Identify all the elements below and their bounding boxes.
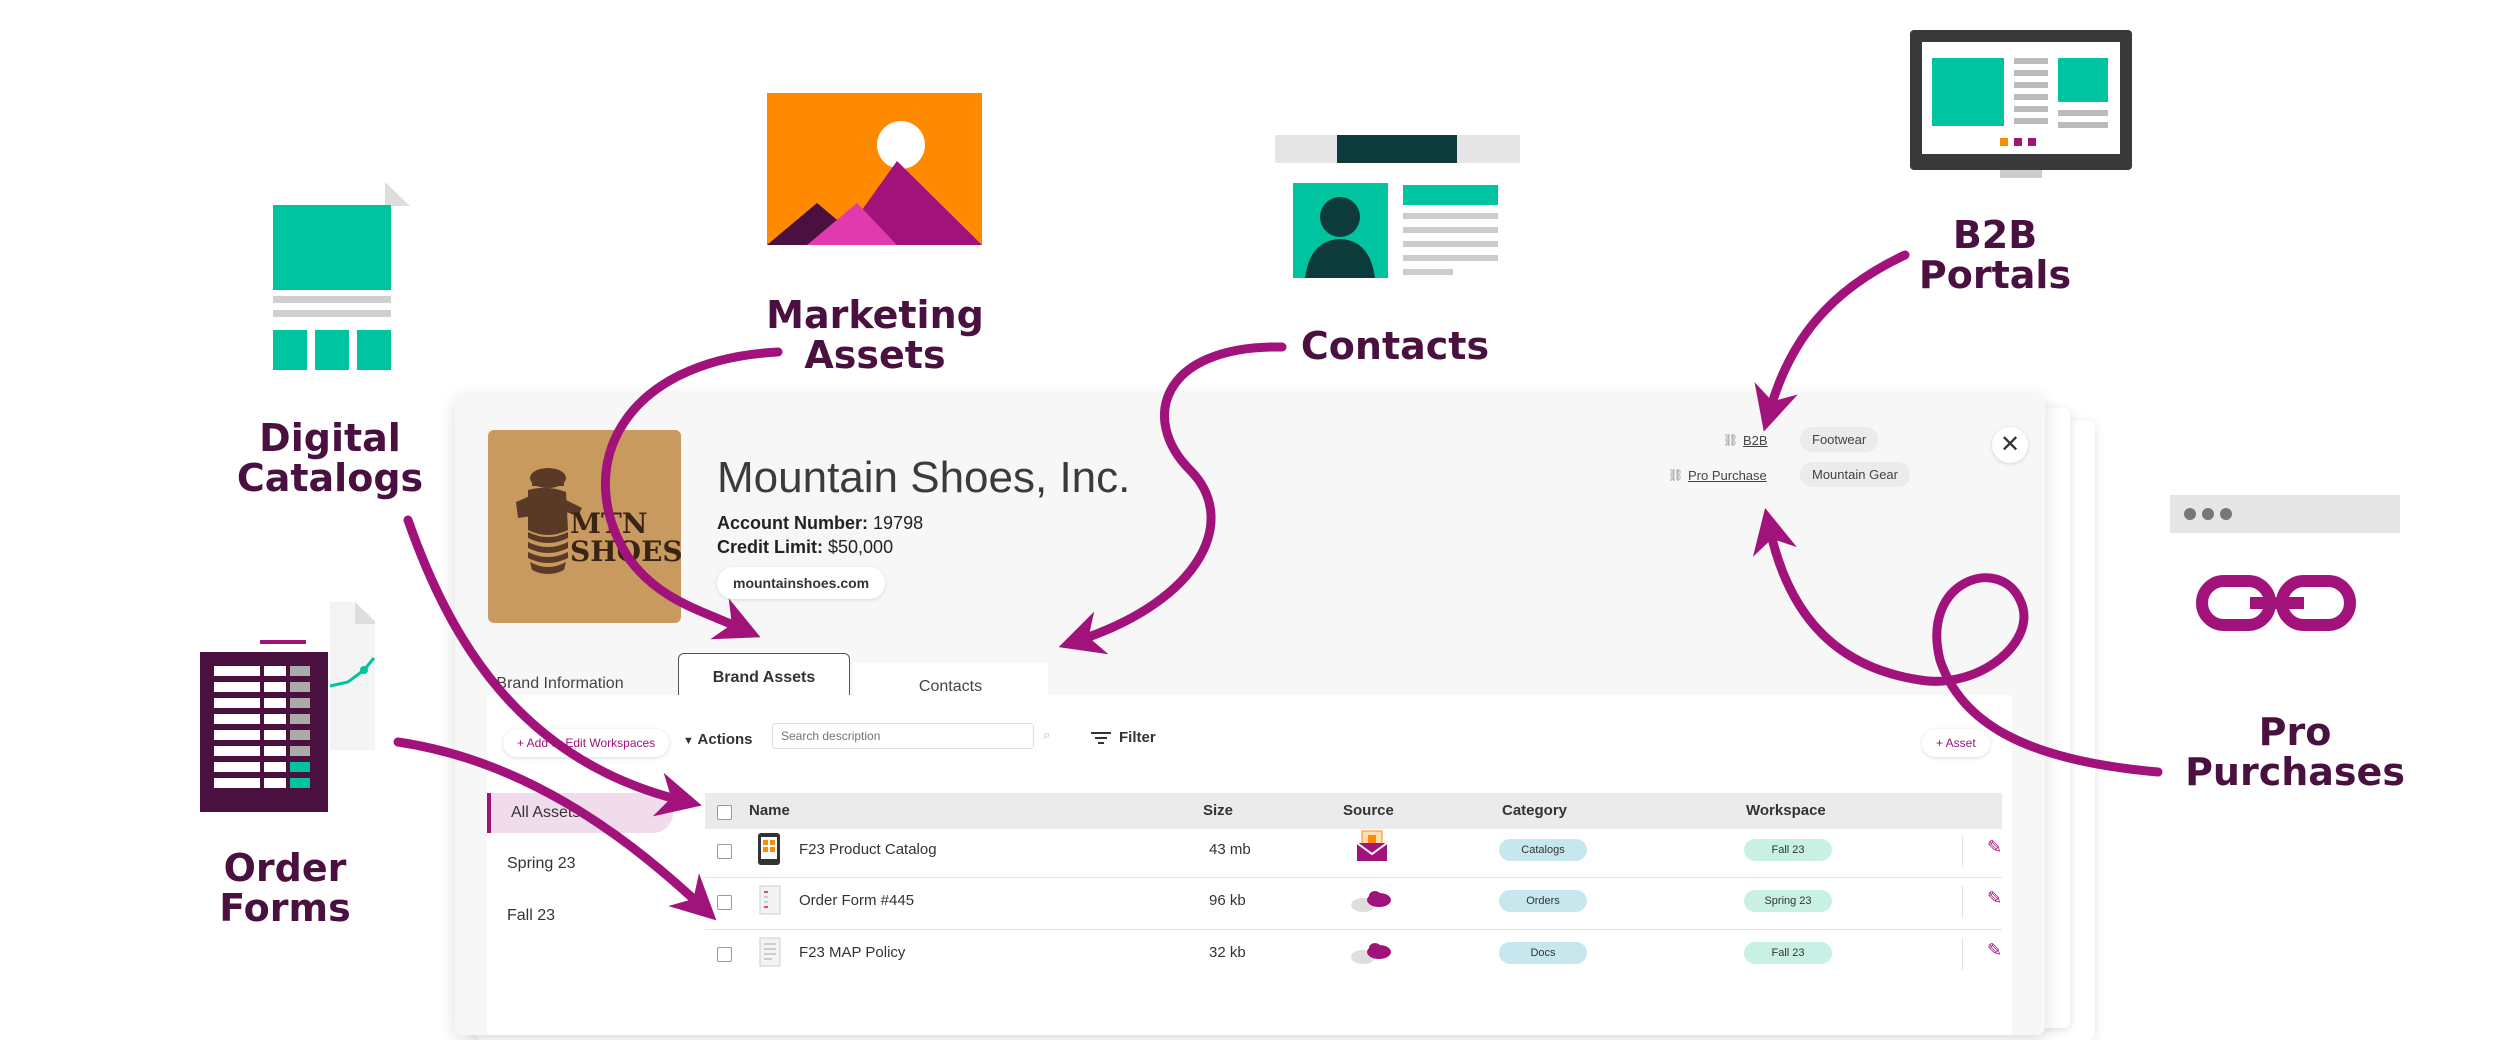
callout-line: B2B — [1952, 213, 2038, 257]
sidebar-item-spring-23[interactable]: Spring 23 — [507, 855, 576, 873]
edit-icon[interactable]: ✎ — [1987, 940, 2002, 961]
edit-icon[interactable]: ✎ — [1987, 837, 2002, 858]
brand-profile-panel: MTN SHOES Mountain Shoes, Inc. Account N… — [455, 395, 2045, 1035]
callout-line: Order — [223, 846, 347, 890]
category-badge: Catalogs — [1499, 839, 1587, 861]
pro-purchase-link[interactable]: Pro Purchase — [1688, 468, 1767, 483]
column-workspace[interactable]: Workspace — [1746, 802, 1826, 819]
mail-icon — [1356, 830, 1388, 861]
row-name[interactable]: Order Form #445 — [799, 892, 914, 909]
credit-value: $50,000 — [828, 537, 894, 557]
row-size: 43 mb — [1209, 841, 1251, 858]
cloud-icon — [1351, 891, 1391, 912]
credit-limit: Credit Limit: $50,000 — [717, 537, 893, 558]
link-icon: ⛓ — [1668, 468, 1684, 482]
search-input[interactable] — [772, 723, 1034, 749]
row-checkbox[interactable] — [717, 947, 732, 962]
tag-mountain-gear[interactable]: Mountain Gear — [1800, 462, 1910, 487]
account-number: Account Number: 19798 — [717, 513, 923, 534]
filter-icon — [1091, 732, 1111, 745]
callout-line: Catalogs — [236, 456, 424, 500]
marketing-image-icon — [767, 93, 982, 245]
callout-digital-catalogs: Digital Catalogs — [205, 418, 455, 498]
workspace-badge: Fall 23 — [1744, 942, 1832, 964]
callout-line: Digital — [259, 416, 401, 460]
monitor-icon — [1910, 30, 2132, 178]
category-badge: Docs — [1499, 942, 1587, 964]
logo-text-line: SHOES — [570, 535, 683, 568]
category-badge: Orders — [1499, 890, 1587, 912]
callout-pro-purchases: Pro Purchases — [2170, 712, 2420, 792]
edit-icon[interactable]: ✎ — [1987, 888, 2002, 909]
website-link[interactable]: mountainshoes.com — [717, 567, 886, 599]
add-asset-button[interactable]: + Asset — [1922, 729, 1990, 757]
close-icon: ✕ — [1999, 431, 2021, 458]
account-value: 19798 — [873, 513, 924, 533]
row-size: 96 kb — [1209, 892, 1246, 909]
column-category[interactable]: Category — [1502, 802, 1567, 819]
select-all-checkbox[interactable] — [717, 805, 732, 820]
logo-text-line: MTN — [570, 507, 648, 540]
assets-content: + Add or Edit Workspaces ▼ Actions ⌕ Fil… — [487, 695, 2012, 1035]
sidebar-item-fall-23[interactable]: Fall 23 — [507, 907, 555, 925]
order-form-icon — [200, 602, 375, 812]
contact-card-icon — [1275, 135, 1520, 278]
callout-line: Marketing — [766, 293, 984, 337]
callout-line: Forms — [219, 886, 351, 930]
callout-marketing-assets: Marketing Assets — [740, 295, 1010, 375]
column-size[interactable]: Size — [1203, 802, 1233, 819]
logo-text: MTN SHOES — [570, 510, 683, 566]
filter-label: Filter — [1119, 729, 1156, 746]
callout-contacts: Contacts — [1270, 326, 1520, 366]
callout-line: Portals — [1918, 253, 2072, 297]
actions-label: Actions — [697, 731, 753, 748]
account-label: Account Number: — [717, 513, 869, 533]
link-icon: ⛓ — [1723, 433, 1739, 447]
brand-logo: MTN SHOES — [488, 430, 683, 623]
callout-b2b-portals: B2B Portals — [1890, 215, 2100, 295]
callout-line: Pro — [2258, 710, 2332, 754]
row-checkbox[interactable] — [717, 895, 732, 910]
close-button[interactable]: ✕ — [1992, 427, 2028, 463]
document-icon — [759, 937, 781, 967]
filter-button[interactable]: Filter — [1091, 729, 1156, 746]
cloud-icon — [1351, 943, 1391, 964]
sidebar-item-all-assets[interactable]: All Assets — [487, 793, 673, 833]
row-separator — [1962, 938, 1963, 970]
row-checkbox[interactable] — [717, 844, 732, 859]
tab-contacts[interactable]: Contacts — [853, 663, 1048, 699]
credit-label: Credit Limit: — [717, 537, 823, 557]
row-name[interactable]: F23 Product Catalog — [799, 841, 937, 858]
company-name: Mountain Shoes, Inc. — [717, 453, 1131, 502]
row-separator — [1962, 886, 1963, 918]
column-source[interactable]: Source — [1343, 802, 1394, 819]
caret-down-icon: ▼ — [683, 735, 694, 747]
tablet-icon — [758, 833, 780, 865]
column-name[interactable]: Name — [749, 802, 790, 819]
workspace-badge: Spring 23 — [1744, 890, 1832, 912]
row-separator — [1962, 835, 1963, 867]
callout-line: Purchases — [2185, 750, 2405, 794]
arrow-b2b — [1754, 250, 1910, 432]
digital-catalog-icon — [273, 182, 410, 378]
callout-line: Assets — [804, 333, 946, 377]
tag-footwear[interactable]: Footwear — [1800, 427, 1879, 452]
search-icon[interactable]: ⌕ — [1043, 727, 1050, 743]
browser-link-icon — [2170, 495, 2400, 653]
actions-menu[interactable]: ▼ Actions — [683, 731, 753, 748]
callout-order-forms: Order Forms — [170, 848, 400, 928]
row-divider — [705, 877, 2002, 878]
document-icon — [759, 885, 781, 915]
edit-workspaces-button[interactable]: + Add or Edit Workspaces — [503, 729, 670, 757]
row-name[interactable]: F23 MAP Policy — [799, 944, 905, 961]
workspace-badge: Fall 23 — [1744, 839, 1832, 861]
b2b-link[interactable]: B2B — [1743, 433, 1768, 448]
row-size: 32 kb — [1209, 944, 1246, 961]
row-divider — [705, 929, 2002, 930]
callout-line: Contacts — [1300, 324, 1490, 368]
